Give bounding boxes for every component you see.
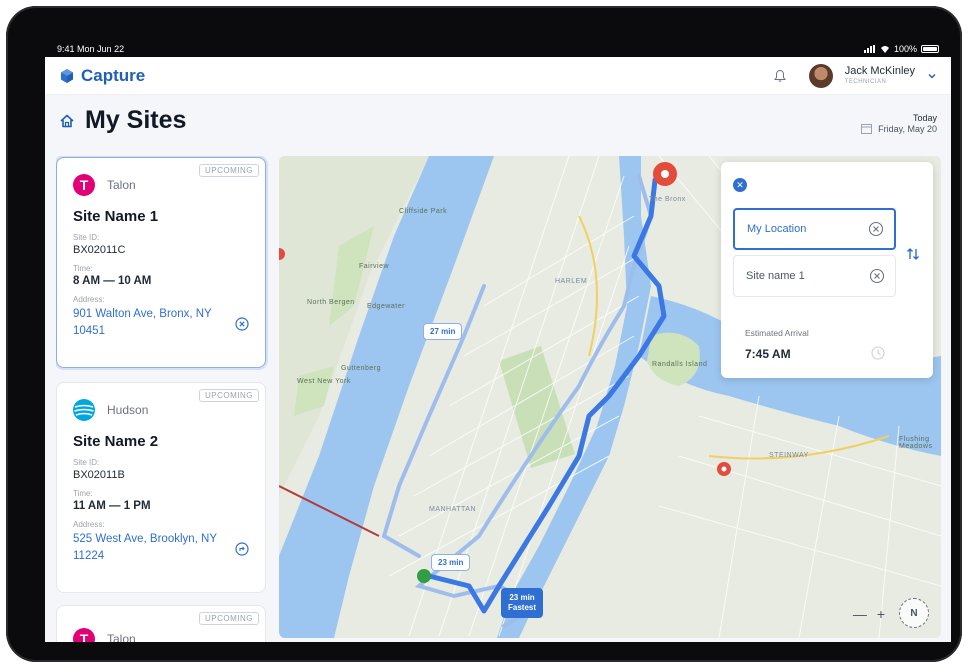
address-label: Address: xyxy=(73,295,105,304)
status-time: 9:41 xyxy=(57,43,75,54)
app-screen: 9:41 Mon Jun 22 100% Capture Jack McKinl… xyxy=(45,40,951,642)
date-selector[interactable]: Today Friday, May 20 xyxy=(861,113,937,136)
eta-value: 7:45 AM xyxy=(745,347,791,361)
app-header: Capture Jack McKinley TECHNICIAN xyxy=(45,57,951,95)
carrier-row: T Talon xyxy=(73,628,249,642)
carrier-name: Hudson xyxy=(107,403,149,417)
battery-icon xyxy=(921,44,939,53)
site-list[interactable]: UPCOMING T Talon Site Name 1 Site ID: BX… xyxy=(56,156,268,642)
destination-value: Site name 1 xyxy=(746,270,805,282)
route-time-alt-2[interactable]: 23 min xyxy=(431,554,471,571)
eta-label: Estimated Arrival xyxy=(745,328,809,338)
route-time-alt-1[interactable]: 27 min xyxy=(423,323,463,340)
fastest-label: Fastest xyxy=(508,603,537,612)
compass-icon[interactable]: N xyxy=(899,598,929,628)
time-value: 11 AM — 1 PM xyxy=(73,500,151,512)
site-card[interactable]: UPCOMING Hudson Site Name 2 Site ID: BX0… xyxy=(56,382,266,593)
route-time-fastest[interactable]: 23 min Fastest xyxy=(501,588,544,618)
bell-icon[interactable] xyxy=(773,69,787,83)
address-link[interactable]: 525 West Ave, Brooklyn, NY 11224 xyxy=(73,531,223,564)
origin-field[interactable]: My Location xyxy=(733,208,896,250)
app-brand[interactable]: Capture xyxy=(59,66,145,86)
site-name: Site Name 1 xyxy=(73,208,159,225)
zoom-out-button[interactable]: — xyxy=(853,606,867,622)
time-label: Time: xyxy=(73,489,93,498)
status-bar: 9:41 Mon Jun 22 100% xyxy=(45,40,951,57)
home-icon[interactable] xyxy=(59,113,75,129)
close-panel-button[interactable]: ✕ xyxy=(733,178,747,192)
map-label: North Bergen xyxy=(307,299,355,306)
site-id-label: Site ID: xyxy=(73,458,100,467)
date-label: Today xyxy=(912,113,937,123)
address-link[interactable]: 901 Walton Ave, Bronx, NY 10451 xyxy=(73,306,223,339)
att-logo-icon xyxy=(73,399,95,421)
user-info[interactable]: Jack McKinley TECHNICIAN xyxy=(845,65,915,85)
carrier-row: Hudson xyxy=(73,399,249,421)
status-badge: UPCOMING xyxy=(199,389,259,402)
map-label: Edgewater xyxy=(367,303,405,310)
map-label: HARLEM xyxy=(555,278,588,285)
map-label: STEINWAY xyxy=(769,452,809,459)
status-badge: UPCOMING xyxy=(199,612,259,625)
map-label: MANHATTAN xyxy=(429,506,477,513)
avatar[interactable] xyxy=(808,63,833,88)
status-time-date: 9:41 Mon Jun 22 xyxy=(57,44,124,54)
address-row: 901 Walton Ave, Bronx, NY 10451 xyxy=(73,304,249,339)
site-id-label: Site ID: xyxy=(73,233,100,242)
page-title: My Sites xyxy=(85,106,187,134)
status-date: Mon Jun 22 xyxy=(77,43,125,54)
site-card[interactable]: UPCOMING T Talon xyxy=(56,605,266,642)
directions-icon[interactable] xyxy=(235,542,249,556)
map-label: Cliffside Park xyxy=(399,208,448,215)
zoom-in-button[interactable]: + xyxy=(877,606,885,622)
site-card[interactable]: UPCOMING T Talon Site Name 1 Site ID: BX… xyxy=(56,157,266,368)
wifi-icon xyxy=(880,45,889,53)
date-value: Friday, May 20 xyxy=(878,124,937,135)
directions-panel: ✕ My Location Site name 1 Estimated Arri… xyxy=(721,162,933,378)
clear-destination-icon[interactable] xyxy=(869,268,885,284)
time-label: Time: xyxy=(73,264,93,273)
clear-origin-icon[interactable] xyxy=(868,221,884,237)
t-mobile-logo-icon: T xyxy=(73,174,95,196)
close-circle-icon[interactable] xyxy=(235,317,249,331)
fastest-time: 23 min xyxy=(509,593,535,602)
map-label: Guttenberg xyxy=(341,365,382,372)
page-header: My Sites xyxy=(59,106,186,135)
app-name: Capture xyxy=(81,65,146,85)
site-id-value: BX02011C xyxy=(73,244,126,256)
status-badge: UPCOMING xyxy=(199,164,259,177)
zoom-controls: — + xyxy=(853,606,885,622)
map-label: The Bronx xyxy=(649,196,686,203)
time-value: 8 AM — 10 AM xyxy=(73,275,152,287)
map-label: West New York xyxy=(297,378,351,385)
map-label: Flushing Meadows xyxy=(899,436,933,450)
cellular-icon xyxy=(863,44,875,53)
swap-icon[interactable] xyxy=(905,246,921,262)
battery-percent: 100% xyxy=(893,43,917,54)
cube-logo-icon xyxy=(61,68,73,83)
destination-field[interactable]: Site name 1 xyxy=(733,255,896,297)
carrier-row: T Talon xyxy=(73,174,249,196)
origin-value: My Location xyxy=(747,223,807,235)
map-label: Randalls Island xyxy=(652,361,708,368)
user-name: Jack McKinley xyxy=(844,65,915,78)
calendar-icon xyxy=(861,123,873,134)
user-role: TECHNICIAN xyxy=(844,78,887,85)
site-name: Site Name 2 xyxy=(73,433,159,450)
address-label: Address: xyxy=(73,520,105,529)
site-id-value: BX02011B xyxy=(73,469,125,481)
map-label: Fairview xyxy=(359,263,390,270)
address-row: 525 West Ave, Brooklyn, NY 11224 xyxy=(73,529,249,564)
carrier-name: Talon xyxy=(107,178,136,192)
t-mobile-logo-icon: T xyxy=(73,628,95,642)
status-right: 100% xyxy=(863,43,939,54)
chevron-down-icon[interactable] xyxy=(927,71,937,81)
clock-icon xyxy=(871,346,885,360)
carrier-name: Talon xyxy=(107,632,136,642)
ipad-frame: 9:41 Mon Jun 22 100% Capture Jack McKinl… xyxy=(6,6,962,662)
